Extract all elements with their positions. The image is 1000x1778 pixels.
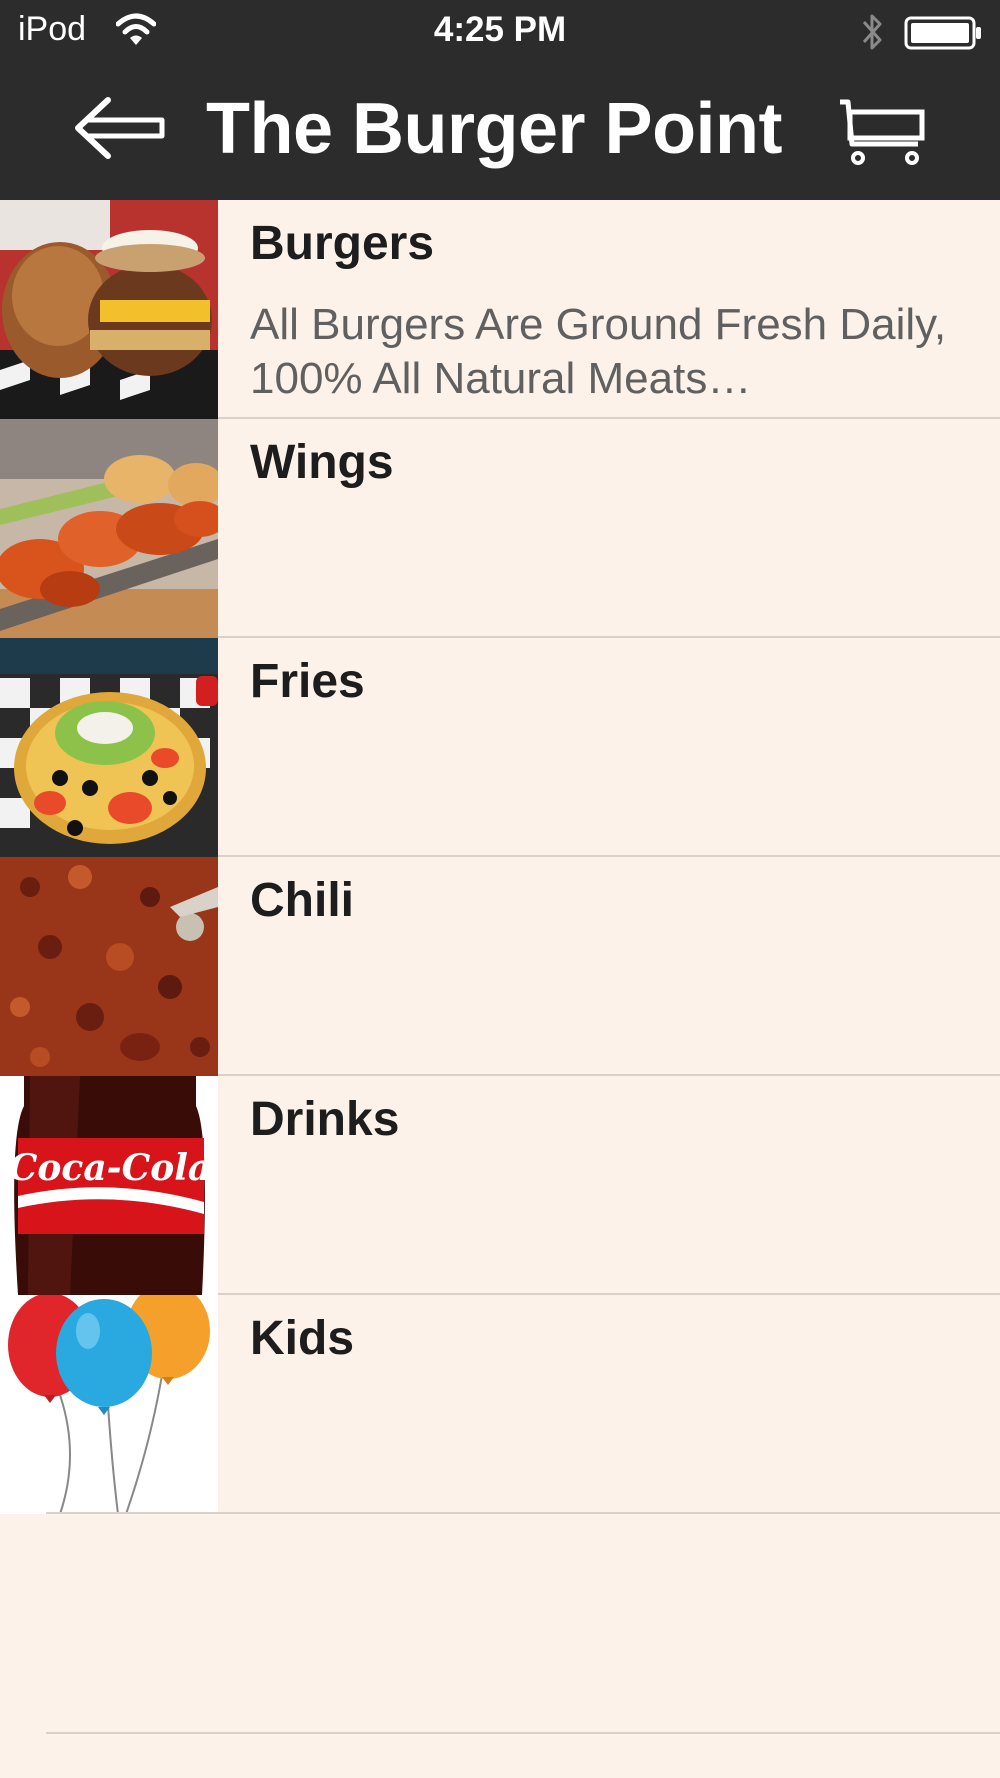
menu-item-kids[interactable]: Kids <box>0 1295 1000 1514</box>
menu-item-fries[interactable]: Fries <box>0 638 1000 857</box>
battery-icon <box>904 16 981 50</box>
menu-item-burgers[interactable]: Burgers All Burgers Are Ground Fresh Dai… <box>0 200 1000 419</box>
coca-cola-logo: Coca-Cola <box>9 1147 212 1189</box>
menu-item-description: All Burgers Are Ground Fresh Daily, 100%… <box>250 300 947 403</box>
menu-item-title: Drinks <box>250 1093 400 1146</box>
row-divider <box>46 1512 1000 1514</box>
menu-item-wings[interactable]: Wings <box>0 419 1000 638</box>
status-bar: iPod 4:25 PM <box>0 0 1000 62</box>
menu-item-chili[interactable]: Chili <box>0 857 1000 1076</box>
cart-icon[interactable] <box>838 98 928 170</box>
menu-item-title: Chili <box>250 874 354 927</box>
chili-thumbnail <box>0 857 218 1076</box>
status-time: 4:25 PM <box>433 10 567 49</box>
menu-item-title: Burgers <box>250 217 435 270</box>
nav-bar: The Burger Point <box>0 62 1000 200</box>
drinks-thumbnail: Coca-Cola <box>0 1076 218 1295</box>
page-title: The Burger Point <box>206 89 783 169</box>
menu-item-title: Wings <box>250 436 394 489</box>
menu-list: Burgers All Burgers Are Ground Fresh Dai… <box>0 200 1000 1514</box>
kids-thumbnail <box>0 1295 218 1514</box>
empty-row-divider <box>46 1732 1000 1734</box>
menu-item-title: Kids <box>250 1312 355 1365</box>
fries-thumbnail <box>0 638 218 857</box>
burgers-thumbnail <box>0 200 218 419</box>
bluetooth-icon <box>862 14 882 50</box>
menu-item-drinks[interactable]: Coca-Cola Drinks <box>0 1076 1000 1295</box>
menu-item-title: Fries <box>250 655 365 708</box>
back-arrow-icon[interactable] <box>74 96 166 160</box>
wings-thumbnail <box>0 419 218 638</box>
